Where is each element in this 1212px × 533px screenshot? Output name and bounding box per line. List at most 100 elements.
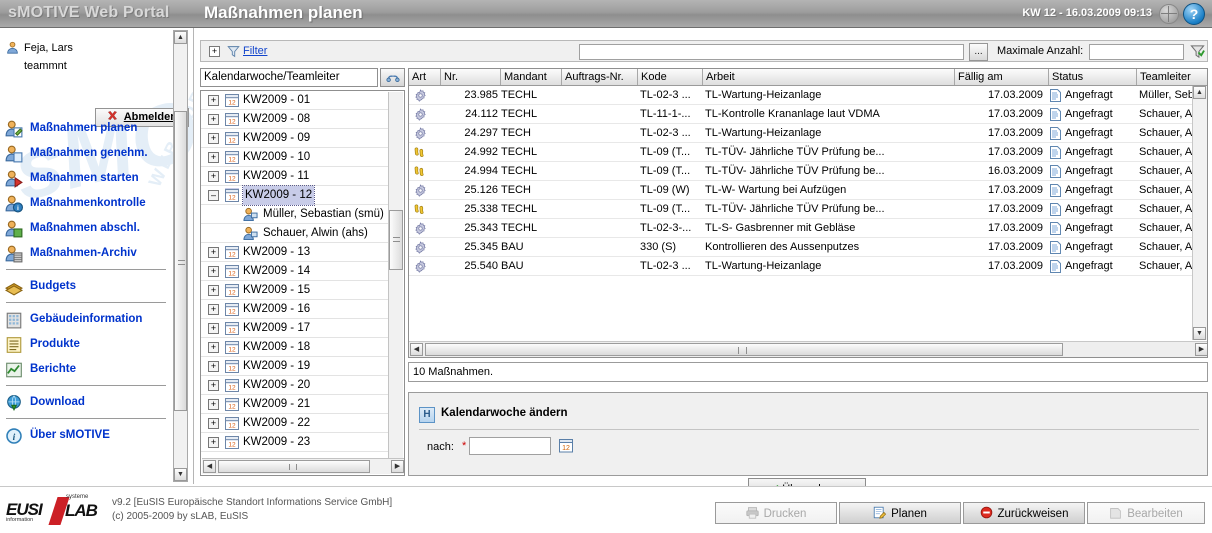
scroll-down-arrow-icon[interactable]: ▼ bbox=[1193, 327, 1206, 340]
sidebar-item-produkte[interactable]: Produkte bbox=[0, 332, 176, 357]
tree-toggle-icon[interactable]: + bbox=[208, 133, 219, 144]
tree-toggle-icon[interactable]: + bbox=[208, 342, 219, 353]
table-hscroll-thumb[interactable] bbox=[425, 343, 1063, 356]
sidebar-item-massnahmen-abschl[interactable]: Maßnahmen abschl. bbox=[0, 216, 176, 241]
tree-hscroll-thumb[interactable] bbox=[218, 460, 370, 473]
table-row[interactable]: 25.343 TECHL TL-02-3-... TL-S- Gasbrenner m… bbox=[409, 219, 1207, 238]
tree-item-week[interactable]: +12 KW2009 - 10 bbox=[201, 148, 388, 167]
column-header-teaml[interactable]: Teamleiter bbox=[1137, 69, 1207, 85]
column-header-art[interactable]: Art bbox=[409, 69, 441, 85]
tree-toggle-icon[interactable]: + bbox=[208, 304, 219, 315]
sidebar-item-massnahmen-genehm[interactable]: Maßnahmen genehm. bbox=[0, 141, 176, 166]
column-header-mandant[interactable]: Mandant bbox=[501, 69, 562, 85]
scroll-down-arrow-icon[interactable]: ▼ bbox=[174, 468, 187, 481]
sidebar-item-massnahmenkontrolle[interactable]: i Maßnahmenkontrolle bbox=[0, 191, 176, 216]
scroll-up-arrow-icon[interactable]: ▲ bbox=[174, 31, 187, 44]
tree-toggle-icon[interactable]: + bbox=[208, 266, 219, 277]
sidebar-item-massnahmen-archiv[interactable]: Maßnahmen-Archiv bbox=[0, 241, 176, 266]
tree-item-teamleader[interactable]: Müller, Sebastian (smü) bbox=[201, 205, 388, 224]
scroll-left-arrow-icon[interactable]: ◀ bbox=[203, 460, 216, 473]
sidebar-item-berichte[interactable]: Berichte bbox=[0, 357, 176, 382]
tree-item-week[interactable]: – 12 KW2009 - 12 bbox=[201, 185, 388, 206]
table-row[interactable]: 25.540 BAU TL-02-3 ... TL-Wartung-Heizanlag… bbox=[409, 257, 1207, 276]
tree-item-week[interactable]: +12 KW2009 - 18 bbox=[201, 338, 388, 357]
table-row[interactable]: 25.338 TECHL TL-09 (T... TL-TÜV- Jährliche … bbox=[409, 200, 1207, 219]
sidebar-item-massnahmen-starten[interactable]: Maßnahmen starten bbox=[0, 166, 176, 191]
help-icon[interactable]: ? bbox=[1183, 3, 1205, 25]
scroll-right-arrow-icon[interactable]: ▶ bbox=[1195, 343, 1207, 356]
tree-item-week[interactable]: +12 KW2009 - 09 bbox=[201, 129, 388, 148]
tree-item-teamleader[interactable]: Schauer, Alwin (ahs) bbox=[201, 224, 388, 243]
filter-expand-icon[interactable]: + bbox=[209, 46, 220, 57]
tree-item-week[interactable]: +12 KW2009 - 23 bbox=[201, 433, 388, 452]
table-horizontal-scrollbar[interactable]: ◀ ▶ bbox=[409, 341, 1207, 357]
scroll-up-arrow-icon[interactable]: ▲ bbox=[1193, 86, 1206, 99]
tree-grouping-button[interactable] bbox=[380, 68, 405, 87]
column-header-auftrag[interactable]: Auftrags-Nr. bbox=[562, 69, 638, 85]
scroll-left-arrow-icon[interactable]: ◀ bbox=[410, 343, 423, 356]
tree-item-week[interactable]: +12 KW2009 - 13 bbox=[201, 243, 388, 262]
tree-item-week[interactable]: +12 KW2009 - 01 bbox=[201, 91, 388, 110]
sidebar-scrollbar[interactable]: ▲ ▼ bbox=[173, 30, 188, 482]
column-header-status[interactable]: Status bbox=[1049, 69, 1137, 85]
print-button[interactable]: Drucken bbox=[715, 502, 837, 524]
tree-item-week[interactable]: +12 KW2009 - 15 bbox=[201, 281, 388, 300]
filter-browse-button[interactable]: ... bbox=[969, 43, 988, 61]
tree-item-week[interactable]: +12 KW2009 - 08 bbox=[201, 110, 388, 129]
tree-toggle-icon[interactable]: + bbox=[208, 380, 219, 391]
tree-vertical-scrollbar[interactable] bbox=[388, 92, 403, 460]
tree-item-week[interactable]: +12 KW2009 - 11 bbox=[201, 167, 388, 186]
tree-toggle-icon[interactable]: + bbox=[208, 247, 219, 258]
sidebar-item-gebaeudeinformation[interactable]: Gebäudeinformation bbox=[0, 307, 176, 332]
plan-button[interactable]: Planen bbox=[839, 502, 961, 524]
sidebar-item-ueber-smotive[interactable]: i Über sMOTIVE bbox=[0, 423, 176, 448]
tree-toggle-icon[interactable]: + bbox=[208, 323, 219, 334]
tree-toggle-icon[interactable]: + bbox=[208, 399, 219, 410]
tree-toggle-icon[interactable]: + bbox=[208, 95, 219, 106]
scroll-right-arrow-icon[interactable]: ▶ bbox=[391, 460, 404, 473]
tree-toggle-icon[interactable]: – bbox=[208, 190, 219, 201]
tree-item-week[interactable]: +12 KW2009 - 21 bbox=[201, 395, 388, 414]
tree-item-week[interactable]: +12 KW2009 - 16 bbox=[201, 300, 388, 319]
sidebar-item-budgets[interactable]: Budgets bbox=[0, 274, 176, 299]
reject-button[interactable]: Zurückweisen bbox=[963, 502, 1085, 524]
table-row[interactable]: 23.985 TECHL TL-02-3 ... TL-Wartung-Heizanl… bbox=[409, 86, 1207, 105]
tree-toggle-icon[interactable]: + bbox=[208, 437, 219, 448]
table-row[interactable]: 24.992 TECHL TL-09 (T... TL-TÜV- Jährliche … bbox=[409, 143, 1207, 162]
tree-toggle-icon[interactable]: + bbox=[208, 285, 219, 296]
table-row[interactable]: 24.994 TECHL TL-09 (T... TL-TÜV- Jährliche … bbox=[409, 162, 1207, 181]
nach-input[interactable] bbox=[469, 437, 551, 455]
tree-toggle-icon[interactable]: + bbox=[208, 171, 219, 182]
column-header-faellig[interactable]: Fällig am bbox=[955, 69, 1049, 85]
column-header-nr[interactable]: Nr. bbox=[441, 69, 501, 85]
tree-toggle-icon[interactable]: + bbox=[208, 361, 219, 372]
tree-horizontal-scrollbar[interactable]: ◀ ▶ bbox=[202, 458, 404, 474]
sidebar-item-download[interactable]: Download bbox=[0, 390, 176, 415]
sidebar-scroll-thumb[interactable] bbox=[174, 111, 187, 411]
tree-toggle-icon[interactable]: + bbox=[208, 418, 219, 429]
column-header-kode[interactable]: Kode bbox=[638, 69, 703, 85]
table-row[interactable]: 25.126 TECH TL-09 (W) TL-W- Wartung bei Auf… bbox=[409, 181, 1207, 200]
tree-item-week[interactable]: +12 KW2009 - 17 bbox=[201, 319, 388, 338]
tree-item-week[interactable]: +12 KW2009 - 19 bbox=[201, 357, 388, 376]
globe-icon[interactable] bbox=[1159, 4, 1179, 24]
tree-item-week[interactable]: +12 KW2009 - 14 bbox=[201, 262, 388, 281]
tree-item-week[interactable]: +12 KW2009 - 20 bbox=[201, 376, 388, 395]
calendar-icon[interactable]: 12 bbox=[559, 438, 573, 453]
tree-toggle-icon[interactable]: + bbox=[208, 114, 219, 125]
funnel-apply-icon[interactable] bbox=[1190, 44, 1205, 59]
tree-toggle-icon[interactable]: + bbox=[208, 152, 219, 163]
max-count-input[interactable] bbox=[1089, 44, 1184, 60]
column-header-arbeit[interactable]: Arbeit bbox=[703, 69, 955, 85]
edit-button[interactable]: Bearbeiten bbox=[1087, 502, 1205, 524]
table-row[interactable]: 25.345 BAU 330 (S) Kontrollieren des Aussen… bbox=[409, 238, 1207, 257]
table-vertical-scrollbar[interactable]: ▲ ▼ bbox=[1192, 86, 1207, 340]
tree-item-week[interactable]: +12 KW2009 - 22 bbox=[201, 414, 388, 433]
tree-vscroll-thumb[interactable] bbox=[389, 210, 403, 270]
table-row[interactable]: 24.112 TECHL TL-11-1-... TL-Kontrolle Krana… bbox=[409, 105, 1207, 124]
sidebar-item-massnahmen-planen[interactable]: Maßnahmen planen bbox=[0, 116, 176, 141]
tree-grouping-select[interactable]: Kalendarwoche/Teamleiter bbox=[200, 68, 378, 87]
filter-search-input[interactable] bbox=[579, 44, 964, 60]
table-row[interactable]: 24.297 TECH TL-02-3 ... TL-Wartung-Heizanla… bbox=[409, 124, 1207, 143]
filter-link[interactable]: Filter bbox=[243, 45, 267, 57]
